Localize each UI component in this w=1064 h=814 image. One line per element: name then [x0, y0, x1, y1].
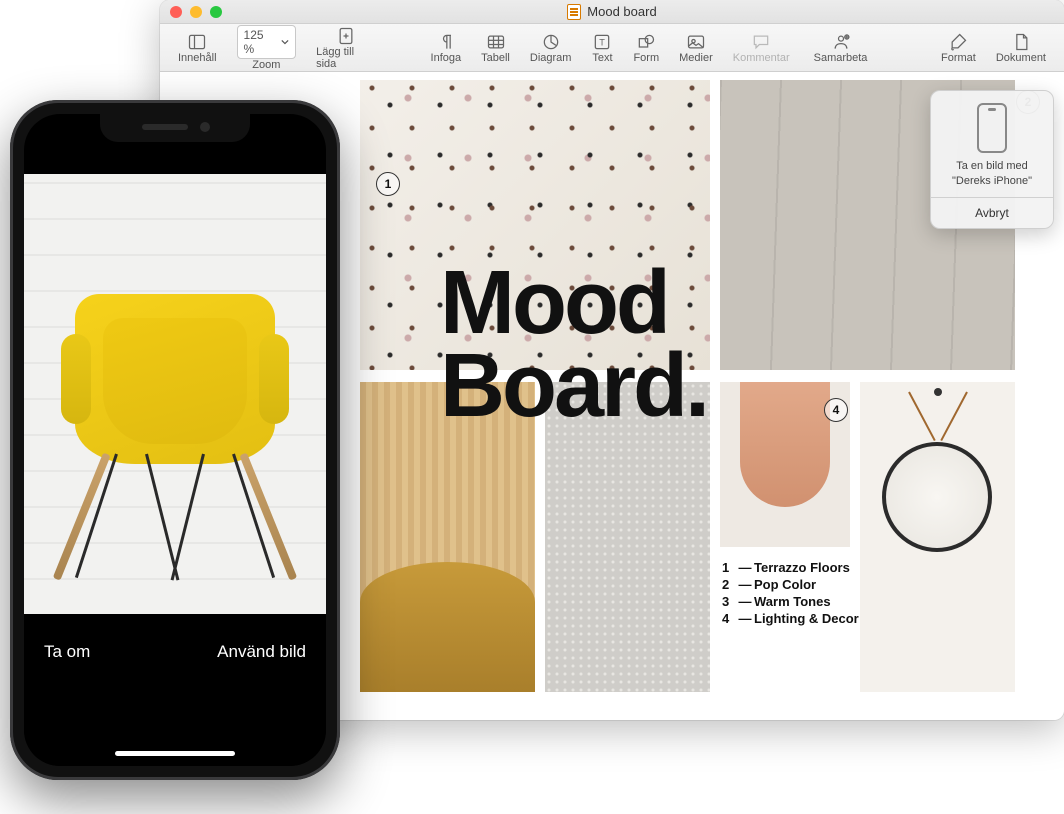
table-button[interactable]: Tabell — [473, 30, 518, 66]
iphone-screen: Ta om Använd bild — [24, 114, 326, 766]
minimize-icon[interactable] — [190, 6, 202, 18]
legend-row: 4—Lighting & Decor — [722, 611, 859, 626]
comment-icon — [750, 32, 772, 52]
legend-row: 3—Warm Tones — [722, 594, 859, 609]
comment-button: Kommentar — [725, 30, 798, 66]
content-label: Innehåll — [178, 52, 217, 64]
chart-icon — [540, 32, 562, 52]
legend-row: 2—Pop Color — [722, 577, 859, 592]
window-title: Mood board — [587, 4, 656, 19]
collaborate-label: Samarbeta — [814, 52, 868, 64]
popover-text: Ta en bild med "Dereks iPhone" — [931, 159, 1053, 197]
use-photo-button[interactable]: Använd bild — [217, 642, 306, 662]
insert-button[interactable]: Infoga — [423, 30, 470, 66]
insert-label: Infoga — [431, 52, 462, 64]
heading-line1: Mood — [440, 262, 707, 345]
format-label: Format — [941, 52, 976, 64]
home-indicator[interactable] — [115, 751, 235, 756]
document-icon — [1010, 32, 1032, 52]
camera-preview[interactable] — [24, 174, 326, 614]
table-label: Tabell — [481, 52, 510, 64]
shape-button[interactable]: Form — [625, 30, 667, 66]
media-label: Medier — [679, 52, 713, 64]
legend-row: 1—Terrazzo Floors — [722, 560, 859, 575]
text-icon: T — [591, 32, 613, 52]
callout-1[interactable]: 1 — [376, 172, 400, 196]
collaborate-icon — [830, 32, 852, 52]
sidebar-icon — [186, 32, 208, 52]
zoom-label: Zoom — [252, 59, 280, 71]
add-page-icon — [335, 26, 357, 46]
pilcrow-icon — [435, 32, 457, 52]
heading-line2: Board. — [440, 345, 707, 428]
collaborate-button[interactable]: Samarbeta — [806, 30, 876, 66]
text-button[interactable]: T Text — [583, 30, 621, 66]
svg-text:T: T — [600, 37, 606, 47]
text-label: Text — [592, 52, 612, 64]
legend[interactable]: 1—Terrazzo Floors 2—Pop Color 3—Warm Ton… — [722, 560, 859, 628]
zoom-control[interactable]: 125 % Zoom — [229, 23, 305, 73]
add-page-label: Lägg till sida — [316, 46, 377, 70]
media-button[interactable]: Medier — [671, 30, 721, 66]
titlebar: Mood board — [160, 0, 1064, 24]
cancel-button[interactable]: Avbryt — [931, 197, 1053, 228]
retake-button[interactable]: Ta om — [44, 642, 90, 662]
chart-label: Diagram — [530, 52, 572, 64]
camera-action-bar: Ta om Använd bild — [24, 616, 326, 766]
content-button[interactable]: Innehåll — [170, 30, 225, 66]
add-page-button[interactable]: Lägg till sida — [308, 24, 385, 72]
iphone-outline-icon — [977, 103, 1007, 153]
shape-icon — [635, 32, 657, 52]
zoom-value: 125 % — [244, 28, 278, 56]
chart-button[interactable]: Diagram — [522, 30, 580, 66]
brush-icon — [947, 32, 969, 52]
fullscreen-icon[interactable] — [210, 6, 222, 18]
shape-label: Form — [633, 52, 659, 64]
window-controls — [170, 6, 222, 18]
document-label: Dokument — [996, 52, 1046, 64]
toolbar: Innehåll 125 % Zoom Lägg till sida Infog… — [160, 24, 1064, 72]
image-mirror[interactable] — [860, 382, 1015, 692]
continuity-camera-popover: Ta en bild med "Dereks iPhone" Avbryt — [930, 90, 1054, 229]
comment-label: Kommentar — [733, 52, 790, 64]
callout-4[interactable]: 4 — [824, 398, 848, 422]
document-heading[interactable]: Mood Board. — [440, 262, 707, 428]
notch — [100, 114, 250, 142]
document-button[interactable]: Dokument — [988, 30, 1054, 66]
chair-photo — [65, 294, 285, 594]
document-icon — [567, 4, 581, 20]
table-icon — [485, 32, 507, 52]
iphone-device: Ta om Använd bild — [10, 100, 340, 780]
close-icon[interactable] — [170, 6, 182, 18]
format-button[interactable]: Format — [933, 30, 984, 66]
media-icon — [685, 32, 707, 52]
